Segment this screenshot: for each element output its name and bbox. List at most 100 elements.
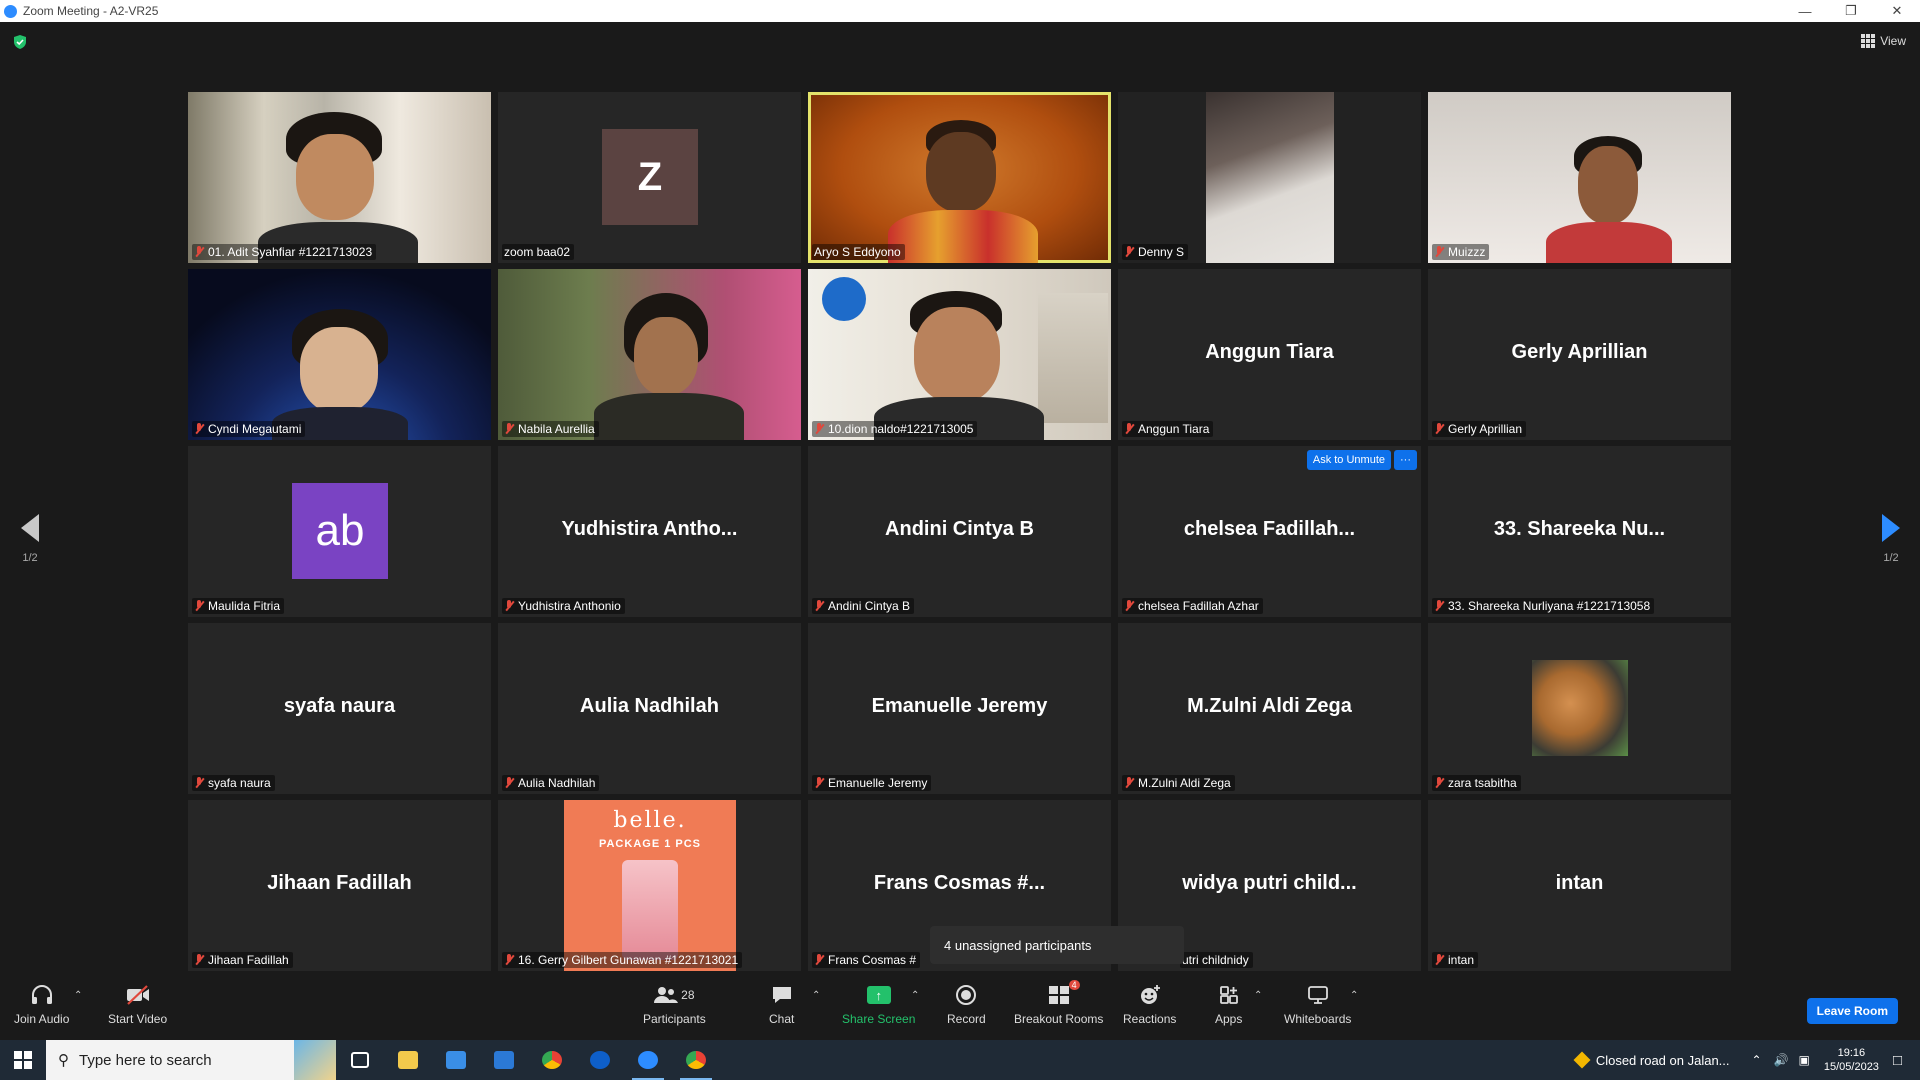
- apps-button[interactable]: Apps: [1215, 982, 1242, 1026]
- participant-tile[interactable]: Z zoom baa02: [498, 92, 801, 263]
- participant-video: [1206, 92, 1334, 263]
- participant-display-name: chelsea Fadillah...: [1183, 517, 1356, 540]
- participant-name-label: Anggun Tiara: [1122, 421, 1214, 437]
- participant-tile[interactable]: Anggun Tiara Anggun Tiara: [1118, 269, 1421, 440]
- join-audio-button[interactable]: Join Audio: [14, 982, 69, 1026]
- notification-center-icon[interactable]: □: [1893, 1052, 1902, 1069]
- chat-icon: [771, 982, 793, 1008]
- zoom-taskbar-icon[interactable]: [624, 1040, 672, 1080]
- muted-mic-icon: [194, 246, 204, 258]
- active-speaker-tile[interactable]: Aryo S Eddyono: [808, 92, 1111, 263]
- participant-display-name: Aulia Nadhilah: [580, 694, 719, 717]
- participant-tile[interactable]: Yudhistira Antho... Yudhistira Anthonio: [498, 446, 801, 617]
- share-screen-button[interactable]: ↑ Share Screen: [842, 982, 915, 1026]
- chat-button[interactable]: Chat: [769, 982, 794, 1026]
- restore-icon[interactable]: ❐: [1828, 0, 1874, 22]
- window-title-bar: Zoom Meeting - A2-VR25 — ❐ ✕: [0, 0, 1920, 22]
- participant-tile[interactable]: Ask to Unmute ··· chelsea Fadillah... ch…: [1118, 446, 1421, 617]
- task-view-icon[interactable]: [336, 1040, 384, 1080]
- participant-name-label: Jihaan Fadillah: [192, 952, 293, 968]
- participant-tile[interactable]: Gerly Aprillian Gerly Aprillian: [1428, 269, 1731, 440]
- participant-name-label: 01. Adit Syahfiar #1221713023: [192, 244, 377, 260]
- zoom-app-icon: [4, 4, 17, 18]
- participant-tile[interactable]: Andini Cintya B Andini Cintya B: [808, 446, 1111, 617]
- apps-icon: [1219, 982, 1239, 1008]
- participant-tile[interactable]: Aulia Nadhilah Aulia Nadhilah: [498, 623, 801, 794]
- breakout-rooms-button[interactable]: 4 Breakout Rooms: [1014, 980, 1103, 1026]
- start-video-button[interactable]: Start Video: [108, 982, 167, 1026]
- search-placeholder: Type here to search: [79, 1051, 212, 1069]
- participant-display-name: Gerly Aprillian: [1511, 340, 1648, 363]
- chat-options-caret-icon[interactable]: ⌃: [812, 990, 820, 1001]
- breakout-count-badge: 4: [1068, 980, 1080, 990]
- more-options-button[interactable]: ···: [1394, 450, 1417, 470]
- share-options-caret-icon[interactable]: ⌃: [911, 990, 919, 1001]
- muted-mic-icon: [194, 600, 204, 612]
- muted-mic-icon: [1124, 600, 1134, 612]
- participant-name-label: intan: [1432, 952, 1479, 968]
- participant-name-label: Maulida Fitria: [192, 598, 285, 614]
- participant-name-label: Gerly Aprillian: [1432, 421, 1527, 437]
- participant-name-label: Aulia Nadhilah: [502, 775, 600, 791]
- close-icon[interactable]: ✕: [1874, 0, 1920, 22]
- participant-tile[interactable]: M.Zulni Aldi Zega M.Zulni Aldi Zega: [1118, 623, 1421, 794]
- search-icon: ⚲: [58, 1052, 69, 1069]
- participant-tile[interactable]: Denny S: [1118, 92, 1421, 263]
- previous-page-button[interactable]: 1/2: [15, 514, 45, 564]
- minimize-icon[interactable]: —: [1782, 0, 1828, 22]
- participant-tile[interactable]: ab Maulida Fitria: [188, 446, 491, 617]
- participant-tile[interactable]: belle. PACKAGE 1 PCS 16. Gerry Gilbert G…: [498, 800, 801, 971]
- participant-tile[interactable]: Nabila Aurellia: [498, 269, 801, 440]
- participants-button[interactable]: 28 Participants: [643, 982, 706, 1026]
- profile-picture: [1532, 660, 1628, 756]
- participant-tile[interactable]: zara tsabitha: [1428, 623, 1731, 794]
- participant-count: 28: [681, 988, 695, 1002]
- participant-tile[interactable]: Muizzz: [1428, 92, 1731, 263]
- headphones-icon: [30, 982, 54, 1008]
- microsoft-store-icon[interactable]: [432, 1040, 480, 1080]
- participant-tile[interactable]: syafa naura syafa naura: [188, 623, 491, 794]
- record-button[interactable]: Record: [947, 982, 986, 1026]
- participant-name-label: Yudhistira Anthonio: [502, 598, 625, 614]
- file-explorer-icon[interactable]: [384, 1040, 432, 1080]
- participant-tile[interactable]: Jihaan Fadillah Jihaan Fadillah: [188, 800, 491, 971]
- volume-icon[interactable]: 🔊: [1774, 1053, 1789, 1067]
- security-shield-icon[interactable]: [12, 34, 28, 50]
- traffic-alert-icon: [1573, 1051, 1591, 1069]
- apps-options-caret-icon[interactable]: ⌃: [1254, 990, 1262, 1001]
- participant-tile[interactable]: 10.dion naldo#1221713005: [808, 269, 1111, 440]
- participant-name-label: chelsea Fadillah Azhar: [1122, 598, 1263, 614]
- participant-name-label: Muizzz: [1432, 244, 1490, 260]
- teamviewer-icon[interactable]: [576, 1040, 624, 1080]
- show-hidden-icons-chevron-icon[interactable]: ⌃: [1752, 1053, 1762, 1067]
- next-page-button[interactable]: 1/2: [1876, 514, 1906, 564]
- whiteboards-options-caret-icon[interactable]: ⌃: [1350, 990, 1358, 1001]
- participant-display-name: M.Zulni Aldi Zega: [1187, 694, 1352, 717]
- participant-tile[interactable]: 33. Shareeka Nu... 33. Shareeka Nurliyan…: [1428, 446, 1731, 617]
- taskbar-clock[interactable]: 19:16 15/05/2023: [1824, 1046, 1879, 1074]
- chrome-profile-icon[interactable]: [672, 1040, 720, 1080]
- muted-mic-icon: [1434, 246, 1444, 258]
- muted-mic-icon: [1434, 423, 1444, 435]
- muted-mic-icon: [194, 954, 204, 966]
- view-button[interactable]: View: [1861, 34, 1906, 48]
- leave-room-button[interactable]: Leave Room: [1806, 998, 1898, 1024]
- participant-tile[interactable]: Cyndi Megautami: [188, 269, 491, 440]
- whiteboards-button[interactable]: Whiteboards: [1284, 982, 1351, 1026]
- ask-to-unmute-button[interactable]: Ask to Unmute: [1306, 450, 1391, 470]
- participant-tile[interactable]: 01. Adit Syahfiar #1221713023: [188, 92, 491, 263]
- network-icon[interactable]: ▣: [1799, 1053, 1810, 1067]
- taskbar-search-box[interactable]: ⚲ Type here to search: [46, 1040, 336, 1080]
- participant-tile[interactable]: intan intan: [1428, 800, 1731, 971]
- traffic-notification[interactable]: Closed road on Jalan...: [1573, 1051, 1730, 1069]
- start-button[interactable]: [0, 1040, 46, 1080]
- profile-picture: belle. PACKAGE 1 PCS: [564, 800, 736, 971]
- avatar: Z: [602, 129, 698, 225]
- participant-name-label: Aryo S Eddyono: [812, 244, 905, 260]
- reactions-button[interactable]: Reactions: [1123, 982, 1176, 1026]
- chrome-icon[interactable]: [528, 1040, 576, 1080]
- participant-name-label: Nabila Aurellia: [502, 421, 599, 437]
- audio-options-caret-icon[interactable]: ⌃: [74, 990, 82, 1001]
- participant-tile[interactable]: Emanuelle Jeremy Emanuelle Jeremy: [808, 623, 1111, 794]
- mail-icon[interactable]: [480, 1040, 528, 1080]
